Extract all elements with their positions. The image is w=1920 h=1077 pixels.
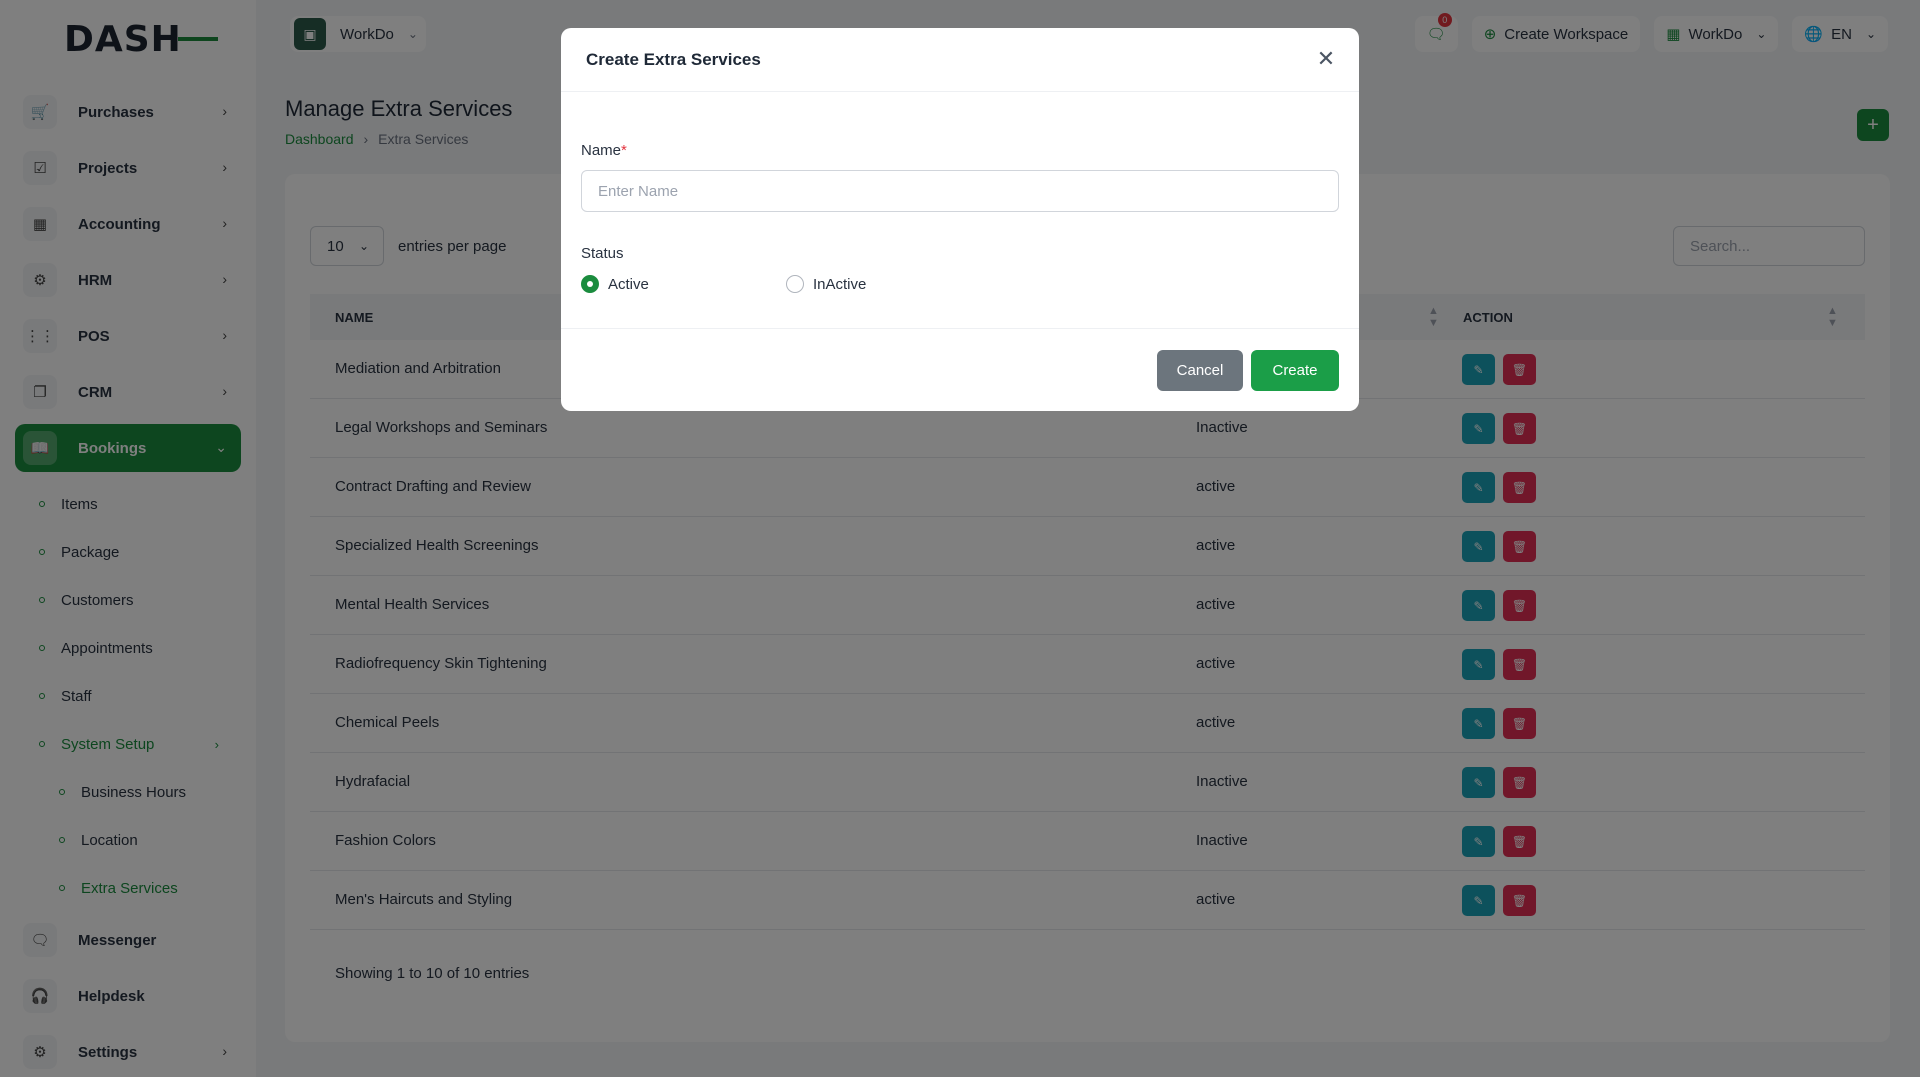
modal-footer: Cancel Create (561, 328, 1359, 411)
status-inactive-radio[interactable]: InActive (786, 275, 866, 293)
radio-unchecked-icon (786, 275, 804, 293)
name-input[interactable]: Enter Name (581, 170, 1339, 212)
create-extra-services-modal: Create Extra Services ✕ Name* Enter Name… (561, 28, 1359, 411)
close-icon[interactable]: ✕ (1313, 46, 1339, 72)
status-inactive-label: InActive (813, 275, 867, 293)
name-label: Name* (581, 142, 627, 159)
modal-title: Create Extra Services (586, 50, 761, 69)
status-active-label: Active (608, 275, 649, 293)
status-label: Status (581, 245, 624, 262)
status-active-radio[interactable]: Active (581, 275, 649, 293)
name-label-text: Name (581, 142, 622, 159)
required-mark: * (621, 142, 627, 159)
create-button[interactable]: Create (1251, 350, 1339, 391)
modal-header: Create Extra Services ✕ (561, 28, 1359, 92)
radio-checked-icon (581, 275, 599, 293)
cancel-button[interactable]: Cancel (1157, 350, 1243, 391)
